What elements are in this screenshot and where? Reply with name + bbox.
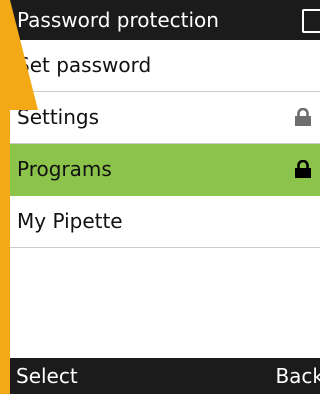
menu-item-programs[interactable]: Programs bbox=[10, 144, 320, 196]
battery-icon bbox=[302, 9, 320, 33]
menu-item-set-password[interactable]: Set password bbox=[10, 40, 320, 92]
title-bar: Password protection bbox=[10, 0, 320, 40]
device-screen: Password protection Set password Setting… bbox=[10, 0, 320, 394]
select-softkey[interactable]: Select bbox=[16, 358, 78, 394]
lock-icon bbox=[295, 108, 311, 126]
menu-item-label: My Pipette bbox=[17, 209, 123, 233]
lock-icon bbox=[295, 160, 311, 178]
menu-item-label: Programs bbox=[17, 157, 112, 181]
password-menu: Set password Settings Programs My Pipett… bbox=[10, 40, 320, 248]
menu-item-my-pipette[interactable]: My Pipette bbox=[10, 196, 320, 248]
back-softkey[interactable]: Back bbox=[275, 358, 320, 394]
softkey-bar: Select Back bbox=[10, 358, 320, 394]
menu-item-settings[interactable]: Settings bbox=[10, 92, 320, 144]
page-title: Password protection bbox=[17, 8, 219, 32]
menu-item-label: Set password bbox=[17, 53, 152, 77]
